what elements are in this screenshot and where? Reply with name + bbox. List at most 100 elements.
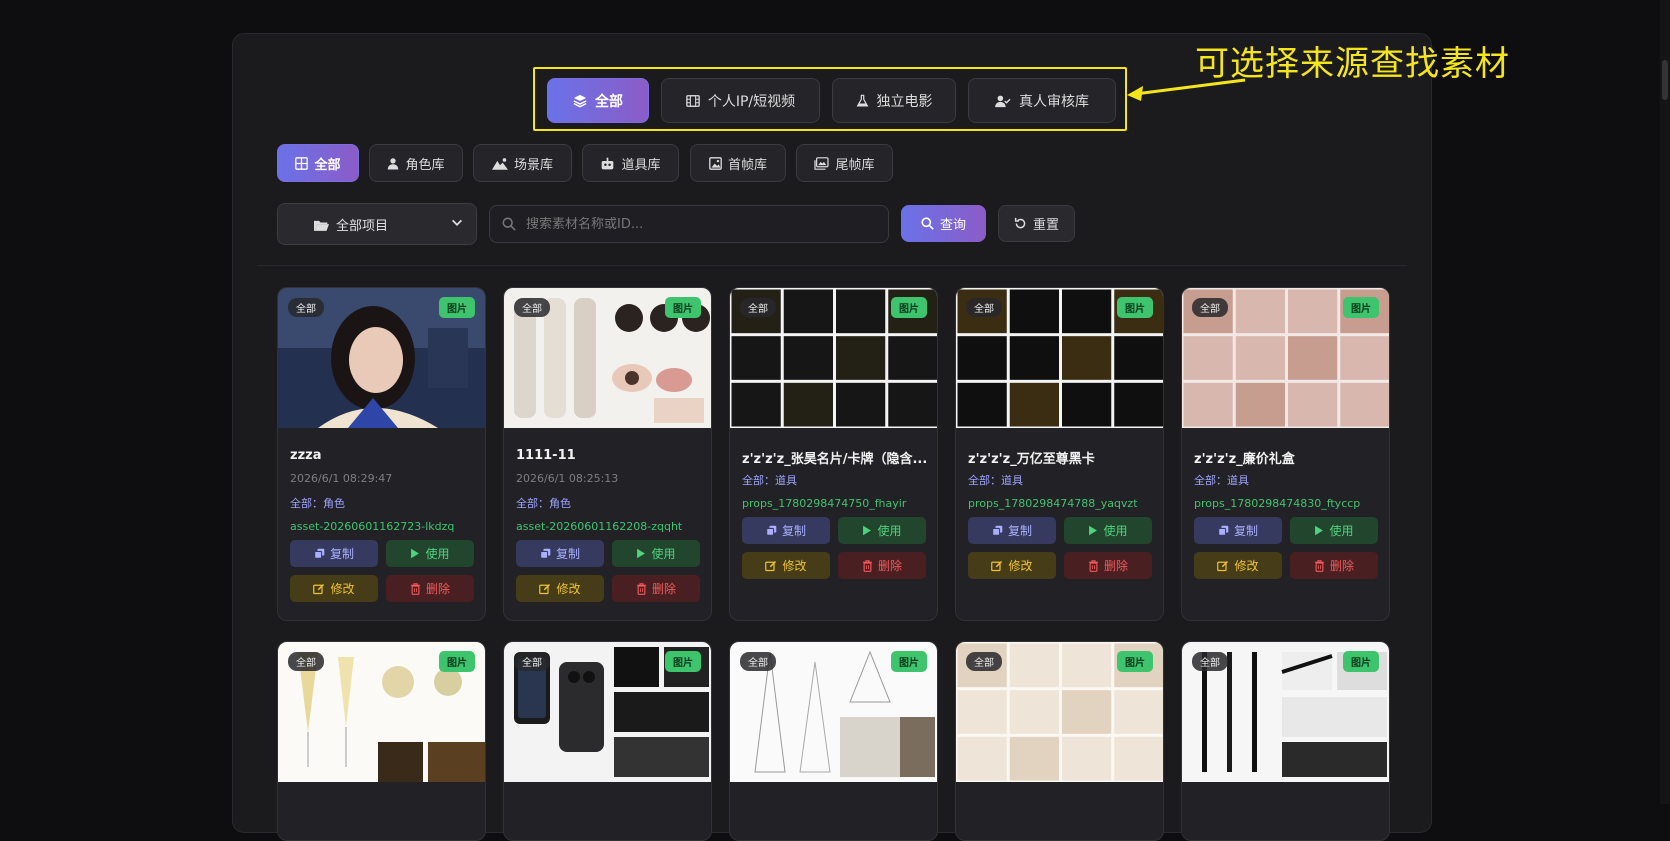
delete-button[interactable]: 删除 [1290,552,1378,579]
robot-icon [602,157,614,169]
edit-button[interactable]: 修改 [742,552,830,579]
asset-category: 全部：角色 [516,497,571,510]
folder-open-icon [314,220,329,231]
use-button-label: 使用 [1103,524,1128,538]
category-tab-last-frame[interactable]: 尾帧库 [796,144,893,182]
type-badge: 图片 [439,651,475,672]
asset-title: z'z'z'z_廉价礼盒 [1194,452,1295,467]
scrollbar-thumb[interactable] [1662,60,1668,100]
scrollbar[interactable] [1660,0,1670,804]
trash-icon [1314,559,1324,572]
asset-thumbnail[interactable]: 全部 图片 [1182,288,1389,428]
category-tab-props[interactable]: 道具库 [582,144,679,182]
source-tab-all[interactable]: 全部 [547,78,649,123]
asset-thumbnail[interactable]: 全部 图片 [956,288,1163,428]
asset-thumbnail[interactable]: 全部 图片 [956,642,1163,782]
category-tab-label: 全部 [314,157,341,173]
category-tab-scenes[interactable]: 场景库 [473,144,572,182]
use-button-label: 使用 [1329,524,1354,538]
copy-button-label: 复制 [1233,524,1258,538]
copy-button[interactable]: 复制 [290,540,378,567]
edit-button[interactable]: 修改 [968,552,1056,579]
asset-card[interactable]: 全部 图片 [277,641,486,841]
images-icon [814,156,830,170]
query-button-label: 查询 [939,218,966,233]
use-button[interactable]: 使用 [1064,517,1152,544]
asset-card[interactable]: 全部 图片 z'z'z'z_廉价礼盒 全部：道具 props_17802984748… [1181,287,1390,621]
asset-card[interactable]: 全部 图片 zzza 2026/6/1 08:29:47 全部：角色 asset-20… [277,287,486,621]
reset-button[interactable]: 重置 [998,205,1075,242]
copy-button[interactable]: 复制 [968,517,1056,544]
use-button[interactable]: 使用 [1290,517,1378,544]
delete-button-label: 删除 [651,582,676,596]
use-button-label: 使用 [651,547,676,561]
category-tab-label: 道具库 [621,157,661,173]
search-icon [921,217,934,230]
source-badge: 全部 [740,652,776,671]
copy-button[interactable]: 复制 [1194,517,1282,544]
use-button-label: 使用 [877,524,902,538]
source-tab-short-video[interactable]: 个人IP/短视频 [661,78,820,123]
divider [257,265,1407,266]
edit-icon [1217,560,1229,571]
category-tab-all[interactable]: 全部 [277,144,359,182]
delete-button-label: 删除 [1329,559,1354,573]
play-icon [411,548,420,559]
asset-card[interactable]: 全部 图片 [503,641,712,841]
use-button-label: 使用 [425,547,450,561]
project-select-value: 全部项目 [336,218,389,234]
query-button[interactable]: 查询 [901,205,986,242]
asset-id: props_1780298474788_yaqvzt [968,497,1138,510]
type-badge: 图片 [1343,651,1379,672]
delete-button[interactable]: 删除 [612,575,700,602]
image-icon [709,156,722,170]
asset-thumbnail[interactable]: 全部 图片 [278,288,485,428]
use-button[interactable]: 使用 [838,517,926,544]
delete-button[interactable]: 删除 [386,575,474,602]
delete-button[interactable]: 删除 [838,552,926,579]
flask-icon [856,94,868,106]
layers-icon [573,94,587,107]
asset-card[interactable]: 全部 图片 z'z'z'z_张昊名片/卡牌（隐含... 全部：道具 props_17… [729,287,938,621]
user-check-icon [995,95,1011,107]
category-tab-characters[interactable]: 角色库 [369,144,463,182]
edit-icon [539,583,551,594]
asset-card[interactable]: 全部 图片 [1181,641,1390,841]
edit-button[interactable]: 修改 [1194,552,1282,579]
asset-card[interactable]: 全部 图片 [729,641,938,841]
source-badge: 全部 [288,652,324,671]
asset-id: props_1780298474750_fhayir [742,497,907,510]
asset-thumbnail[interactable]: 全部 图片 [730,642,937,782]
type-badge: 图片 [1117,297,1153,318]
asset-thumbnail[interactable]: 全部 图片 [278,642,485,782]
delete-button-label: 删除 [1103,559,1128,573]
asset-id: props_1780298474830_ftyccp [1194,497,1361,510]
asset-date: 2026/6/1 08:25:13 [516,472,619,485]
source-badge: 全部 [288,298,324,317]
asset-thumbnail[interactable]: 全部 图片 [1182,642,1389,782]
asset-thumbnail[interactable]: 全部 图片 [730,288,937,428]
category-tab-first-frame[interactable]: 首帧库 [690,144,786,182]
source-badge: 全部 [740,298,776,317]
edit-button[interactable]: 修改 [290,575,378,602]
project-select[interactable]: 全部项目 [277,203,477,245]
asset-thumbnail[interactable]: 全部 图片 [504,642,711,782]
search-input[interactable] [526,216,866,232]
use-button[interactable]: 使用 [386,540,474,567]
source-tab-indie-film[interactable]: 独立电影 [832,78,956,123]
reset-button-label: 重置 [1032,218,1059,233]
copy-button[interactable]: 复制 [516,540,604,567]
delete-button[interactable]: 删除 [1064,552,1152,579]
trash-icon [636,582,646,595]
edit-button[interactable]: 修改 [516,575,604,602]
asset-thumbnail[interactable]: 全部 图片 [504,288,711,428]
delete-button-label: 删除 [877,559,902,573]
asset-card[interactable]: 全部 图片 z'z'z'z_万亿至尊黑卡 全部：道具 props_178029847… [955,287,1164,621]
copy-button[interactable]: 复制 [742,517,830,544]
asset-card[interactable]: 全部 图片 1111-11 2026/6/1 08:25:13 全部：角色 asset… [503,287,712,621]
source-tab-human-review[interactable]: 真人审核库 [968,78,1116,123]
asset-card[interactable]: 全部 图片 [955,641,1164,841]
category-tab-label: 尾帧库 [835,157,875,173]
search-icon [502,217,516,231]
use-button[interactable]: 使用 [612,540,700,567]
